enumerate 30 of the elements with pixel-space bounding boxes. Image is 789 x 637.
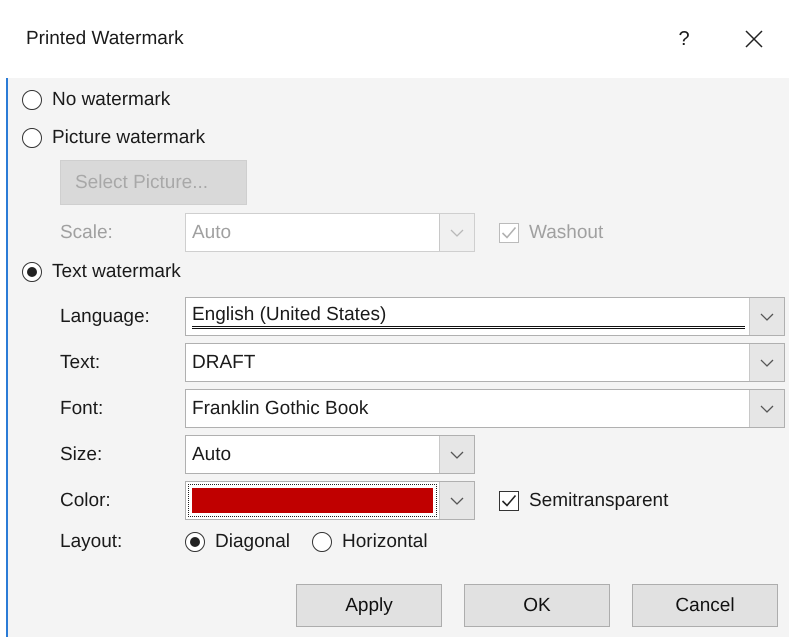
radio-label[interactable]: Diagonal	[215, 531, 290, 553]
radio-button[interactable]	[22, 90, 42, 110]
dialog-button[interactable]: OK	[464, 584, 610, 627]
radio-label[interactable]: Picture watermark	[52, 127, 206, 149]
radio-label[interactable]: Horizontal	[342, 531, 428, 553]
field-label: Scale:	[60, 222, 114, 244]
window-title: Printed Watermark	[26, 28, 185, 50]
text-dropdown[interactable]: DRAFT	[185, 343, 785, 382]
field-label: Color:	[60, 490, 112, 512]
font-dropdown[interactable]: Franklin Gothic Book	[185, 389, 785, 428]
radio-button[interactable]	[22, 128, 42, 148]
radio-label[interactable]: No watermark	[52, 89, 170, 111]
size-dropdown[interactable]: Auto	[185, 435, 475, 474]
field-label: Size:	[60, 444, 104, 466]
dialog-button[interactable]: Apply	[296, 584, 442, 627]
checkbox[interactable]	[499, 490, 519, 510]
close-icon[interactable]	[745, 30, 763, 48]
field-label: Language:	[60, 306, 151, 328]
dialog-button[interactable]: Cancel	[632, 584, 778, 627]
checkbox-label[interactable]: Semitransparent	[529, 490, 668, 512]
help-button[interactable]: ?	[659, 28, 709, 50]
language-dropdown[interactable]: English (United States)	[185, 297, 785, 336]
radio-button[interactable]	[185, 532, 205, 552]
radio-label[interactable]: Text watermark	[52, 261, 181, 283]
radio-button[interactable]	[22, 262, 42, 282]
field-label: Layout:	[60, 531, 124, 553]
field-label: Text:	[60, 352, 102, 374]
color-dropdown[interactable]	[185, 481, 475, 520]
radio-button[interactable]	[312, 532, 332, 552]
field-label: Font:	[60, 398, 104, 420]
